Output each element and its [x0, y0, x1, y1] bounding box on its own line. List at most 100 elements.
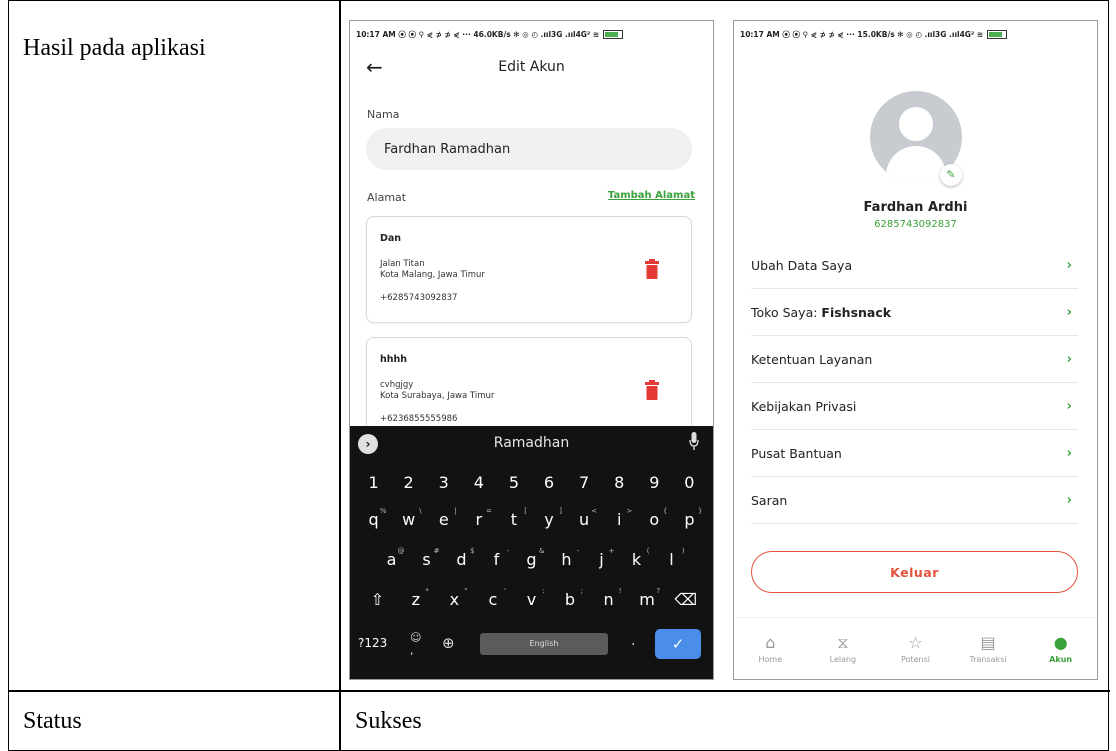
key-z[interactable]: z * — [402, 587, 430, 609]
avatar-body-icon — [886, 146, 946, 183]
key-7[interactable]: 7 — [570, 473, 598, 492]
nav-item-account[interactable]: ● Akun — [1031, 633, 1091, 664]
menu-item-label: Pusat Bantuan — [751, 445, 842, 461]
key-9[interactable]: 9 — [640, 473, 668, 492]
emoji-key-icon[interactable]: ☺, — [410, 631, 421, 657]
store-name: Fishsnack — [821, 304, 892, 320]
key-r[interactable]: r = — [465, 507, 493, 529]
avatar-head-icon — [899, 107, 933, 141]
key-x[interactable]: x " — [440, 587, 468, 609]
key-k[interactable]: k( — [623, 547, 651, 569]
address-city: Kota Surabaya, Jawa Timur — [380, 391, 495, 401]
menu-item-privacy[interactable]: Kebijakan Privasi › — [751, 383, 1078, 430]
key-b[interactable]: b; — [556, 587, 584, 609]
key-s[interactable]: s # — [413, 547, 441, 569]
menu-item-my-store[interactable]: Toko Saya: Fishsnack › — [751, 289, 1078, 336]
status-value: Sukses — [355, 708, 422, 734]
key-w[interactable]: w \ — [395, 507, 423, 529]
key-8[interactable]: 8 — [605, 473, 633, 492]
key-j[interactable]: j + — [588, 547, 616, 569]
chevron-right-icon: › — [1066, 445, 1072, 461]
key-a[interactable]: a @ — [378, 547, 406, 569]
page-title: Edit Akun — [498, 59, 565, 75]
key-e[interactable]: e | — [430, 507, 458, 529]
enter-check-icon[interactable]: ✓ — [655, 629, 701, 659]
nav-item-home[interactable]: ⌂ Home — [740, 633, 800, 664]
row-divider — [9, 690, 1110, 692]
row-label-status: Status — [23, 708, 82, 734]
nav-label: Home — [758, 655, 783, 664]
microphone-icon[interactable] — [689, 432, 699, 450]
home-icon: ⌂ — [765, 633, 776, 652]
key-2[interactable]: 2 — [395, 473, 423, 492]
chevron-right-icon: › — [1066, 492, 1072, 508]
address-phone: +6285743092837 — [380, 293, 458, 303]
menu-item-label: Ketentuan Layanan — [751, 351, 873, 367]
globe-icon[interactable]: ⊕ — [442, 634, 455, 652]
add-address-link[interactable]: Tambah Alamat — [608, 190, 695, 201]
key-l[interactable]: l) — [658, 547, 686, 569]
backspace-icon[interactable]: ⌫ — [672, 590, 700, 609]
soft-keyboard: › Ramadhan 1234567890 q% w \ e | r = t[ y] u < i > o{… — [350, 426, 713, 679]
key-c[interactable]: c ' — [479, 587, 507, 609]
chevron-right-icon: › — [1066, 398, 1072, 414]
nav-item-potential[interactable]: ☆ Potensi — [885, 633, 945, 664]
address-card[interactable]: Dan Jalan Titan Kota Malang, Jawa Timur … — [366, 216, 692, 323]
name-input[interactable] — [366, 128, 692, 170]
key-v[interactable]: v: — [517, 587, 545, 609]
key-row-middle: a @ s # d $ f - g & h - j + k( l) — [350, 547, 713, 569]
address-city: Kota Malang, Jawa Timur — [380, 270, 485, 280]
key-4[interactable]: 4 — [465, 473, 493, 492]
address-name: Dan — [380, 233, 402, 244]
menu-item-feedback[interactable]: Saran › — [751, 477, 1078, 524]
key-o[interactable]: o{ — [640, 507, 668, 529]
chevron-right-icon: › — [1066, 257, 1072, 273]
key-1[interactable]: 1 — [360, 473, 388, 492]
suggestion-strip: › Ramadhan — [350, 426, 713, 464]
shift-arrow-icon[interactable]: ⇧ — [363, 590, 391, 609]
row-label-result: Hasil pada aplikasi — [23, 35, 206, 61]
menu-item-help-center[interactable]: Pusat Bantuan › — [751, 430, 1078, 477]
key-i[interactable]: i > — [605, 507, 633, 529]
key-d[interactable]: d $ — [448, 547, 476, 569]
chevron-right-icon: › — [1066, 304, 1072, 320]
status-bar: 10:17 AM ⦿ ⦿ ⚲ ⋞ ⊅ ⊅ ⋞ ··· 15.0KB/s ✻ ◎ … — [734, 21, 1097, 47]
key-g[interactable]: g & — [518, 547, 546, 569]
pencil-edit-icon[interactable]: ✎ — [940, 164, 962, 186]
space-key[interactable]: English — [480, 633, 608, 655]
key-m[interactable]: m? — [633, 587, 661, 609]
menu-item-edit-data[interactable]: Ubah Data Saya › — [751, 242, 1078, 289]
key-f[interactable]: f- — [483, 547, 511, 569]
key-t[interactable]: t[ — [500, 507, 528, 529]
symbols-key[interactable]: ?123 — [358, 636, 387, 650]
menu-item-terms[interactable]: Ketentuan Layanan › — [751, 336, 1078, 383]
key-u[interactable]: u < — [570, 507, 598, 529]
column-divider — [339, 1, 341, 751]
key-6[interactable]: 6 — [535, 473, 563, 492]
key-y[interactable]: y] — [535, 507, 563, 529]
suggestion-word[interactable]: Ramadhan — [350, 435, 713, 451]
key-q[interactable]: q% — [360, 507, 388, 529]
key-h[interactable]: h- — [553, 547, 581, 569]
key-row-bottom: ⇧ z * x " c ' v: b; n! m? ⌫ — [350, 587, 713, 609]
bottom-navigation: ⌂ Home ⧖ Lelang ☆ Potensi ▤ Transaksi ● … — [734, 617, 1097, 679]
profile-phone: 6285743092837 — [874, 219, 957, 230]
key-n[interactable]: n! — [595, 587, 623, 609]
logout-button[interactable]: Keluar — [751, 551, 1078, 593]
key-3[interactable]: 3 — [430, 473, 458, 492]
menu-item-label: Kebijakan Privasi — [751, 398, 857, 414]
key-row-top: q% w \ e | r = t[ y] u < i > o{ p} — [350, 507, 713, 529]
key-row-function: ?123 ☺, ⊕ English . ✓ — [350, 629, 713, 659]
menu-item-label: Ubah Data Saya — [751, 257, 853, 273]
trash-icon[interactable] — [645, 380, 659, 400]
status-bar: 10:17 AM ⦿ ⦿ ⚲ ⋞ ⊅ ⊅ ⋞ ··· 46.0KB/s ✻ ◎ … — [350, 21, 713, 47]
key-p[interactable]: p} — [675, 507, 703, 529]
phone-screenshot-account: 10:17 AM ⦿ ⦿ ⚲ ⋞ ⊅ ⊅ ⋞ ··· 15.0KB/s ✻ ◎ … — [733, 20, 1098, 680]
nav-item-auction[interactable]: ⧖ Lelang — [813, 633, 873, 664]
person-icon: ● — [1053, 633, 1068, 652]
trash-icon[interactable] — [645, 259, 659, 279]
nav-item-transactions[interactable]: ▤ Transaksi — [958, 633, 1018, 664]
key-5[interactable]: 5 — [500, 473, 528, 492]
period-key[interactable]: . — [631, 633, 635, 649]
key-0[interactable]: 0 — [675, 473, 703, 492]
